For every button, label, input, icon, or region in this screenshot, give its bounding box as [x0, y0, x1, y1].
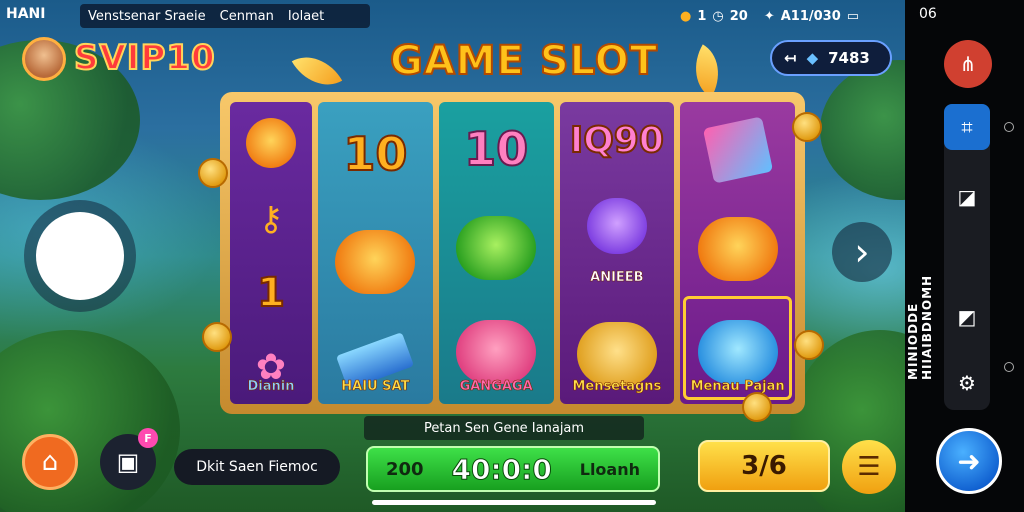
- reel-label: Menau Pajan: [690, 379, 785, 395]
- share-fab-button[interactable]: ➜: [936, 428, 1002, 494]
- reel-number: 1: [256, 269, 286, 317]
- home-indicator: [372, 500, 656, 505]
- key-symbol: ⚷: [258, 198, 284, 239]
- top-status-cluster: ● 1 ◷ 20 ✦ A11/030 ▭: [680, 6, 900, 26]
- draw-tool-button[interactable]: ◩: [944, 294, 990, 340]
- back-arrow-icon: ↤: [784, 49, 797, 67]
- title-leaf-decoration: [681, 44, 733, 98]
- balance-value: 7483: [828, 49, 870, 67]
- joystick-knob[interactable]: [36, 212, 124, 300]
- reel-label: HAIU SAT: [341, 379, 410, 395]
- game-scene: HANI Venstsenar Sraeie Cenman Iolaet SVI…: [0, 0, 905, 512]
- bet-right-label: Lloanh: [579, 459, 640, 479]
- side-indicator-dot: [1004, 362, 1014, 372]
- coin-stack-icon: ●: [680, 8, 692, 24]
- reel-column-1: ⚷ 1 ✿ Dianin: [230, 102, 312, 404]
- chevron-right-icon: ›: [854, 230, 870, 274]
- timer-value: 20: [729, 8, 748, 24]
- reel-number: 10: [342, 126, 408, 182]
- mode-button[interactable]: Dkit Saen Fiemoc: [174, 449, 340, 485]
- vip-level: SVIP10: [73, 37, 216, 79]
- coin-decoration: [202, 322, 232, 352]
- bet-amount: 40:0:0: [451, 452, 552, 486]
- slot-reels: ⚷ 1 ✿ Dianin 10 HAIU SAT 10 GANGAGA IQ90: [220, 92, 805, 414]
- gift-cube-symbol: [702, 116, 773, 184]
- virtual-joystick[interactable]: [24, 200, 136, 312]
- crop-icon: ⌗: [961, 115, 973, 139]
- purple-cat-symbol: [586, 197, 647, 254]
- home-icon: ⌂: [41, 447, 59, 477]
- reel-label: ANIEEB: [590, 270, 644, 286]
- orange-cat-symbol: [335, 229, 416, 294]
- edit-tool-button[interactable]: ◪: [944, 174, 990, 220]
- settings-tool-button[interactable]: ⚙: [944, 360, 990, 406]
- reel-column-5: Menau Pajan: [680, 102, 795, 404]
- tool-column: ⌗ ◪ ◩ ⚙: [944, 104, 990, 410]
- share-icon: ⋔: [959, 52, 977, 76]
- status-segment: Venstsenar Sraeie: [88, 8, 206, 24]
- pink-cat-symbol: [456, 320, 537, 384]
- home-button[interactable]: ⌂: [22, 434, 78, 490]
- orange-cat-symbol: [697, 216, 778, 281]
- game-title: GAME SLOT: [389, 37, 659, 85]
- puzzle-icon: ✦: [763, 8, 775, 24]
- coin-decoration: [742, 392, 772, 422]
- shopping-bag-icon: ▣: [116, 448, 140, 476]
- draw-icon: ◩: [957, 305, 977, 329]
- status-left-label: HANI: [6, 6, 46, 22]
- next-arrow-button[interactable]: ›: [832, 222, 892, 282]
- reel-label: GANGAGA: [459, 379, 533, 395]
- reel-column-4: IQ90 ANIEEB Mensetagns: [559, 102, 675, 404]
- gem-icon: ◆: [806, 49, 819, 67]
- spin-button[interactable]: 3/6: [698, 440, 830, 492]
- fire-orb-symbol: [246, 117, 296, 168]
- reel-label: Dianin: [247, 379, 295, 395]
- gear-icon: ⚙: [958, 371, 976, 395]
- coin-decoration: [792, 112, 822, 142]
- battery-icon: ▭: [846, 8, 860, 24]
- coin-count: 1: [697, 8, 707, 24]
- panel-side-text: MINIODDE HIIAIBDNOMH: [906, 274, 934, 380]
- panel-time: 06: [919, 6, 937, 22]
- yellow-character-symbol: [576, 321, 657, 386]
- reel-column-2: 10 HAIU SAT: [318, 102, 433, 404]
- status-ticker: Venstsenar Sraeie Cenman Iolaet: [80, 4, 370, 28]
- reel-number: 10: [463, 121, 529, 177]
- notification-badge: F: [138, 428, 158, 448]
- forward-arrow-icon: ➜: [957, 444, 981, 478]
- clock-icon: ◷: [712, 8, 724, 24]
- share-button[interactable]: ⋔: [944, 40, 992, 88]
- title-leaf-decoration: [291, 44, 343, 98]
- network-status: A11/030: [780, 8, 841, 24]
- reel-label: Mensetagns: [572, 379, 662, 395]
- hamburger-menu-icon: ☰: [857, 452, 881, 482]
- coin-decoration: [198, 158, 228, 188]
- palm-foliage-right: [820, 60, 905, 200]
- status-segment: Iolaet: [287, 8, 325, 24]
- palm-foliage-bottom-left: [0, 330, 180, 512]
- info-bar: Petan Sen Gene Ianajam: [364, 416, 644, 440]
- gem-balance[interactable]: ↤ ◆ 7483: [770, 40, 892, 76]
- bet-left-value: 200: [386, 458, 424, 480]
- crop-tool-button[interactable]: ⌗: [944, 104, 990, 150]
- status-segment: Cenman: [219, 8, 274, 24]
- menu-button[interactable]: ☰: [842, 440, 896, 494]
- side-indicator-dot: [1004, 122, 1014, 132]
- green-blob-symbol: [456, 216, 537, 280]
- edit-icon: ◪: [957, 185, 977, 209]
- player-avatar[interactable]: [22, 37, 66, 81]
- reel-number: IQ90: [569, 119, 665, 162]
- coin-decoration: [794, 330, 824, 360]
- bet-bar[interactable]: 200 40:0:0 Lloanh: [366, 446, 660, 492]
- reel-column-3: 10 GANGAGA: [438, 102, 554, 404]
